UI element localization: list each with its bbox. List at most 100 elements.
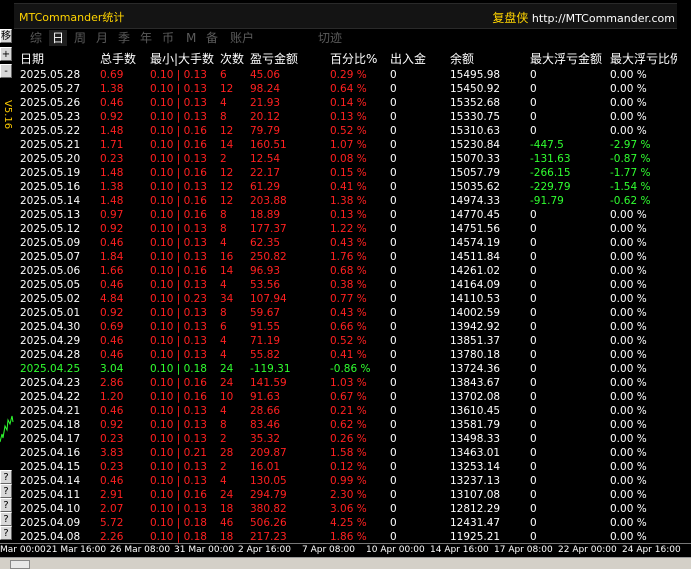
balance-cell: 13253.14 — [450, 461, 501, 473]
lots-cell: 0.97 — [100, 209, 124, 221]
pct-cell: 0.99 % — [330, 475, 367, 487]
lots-cell: 0.92 — [100, 223, 124, 235]
table-row[interactable]: 2025.05.22 1.48 0.10 | 0.16 12 79.79 0.52 % 0 1… — [14, 124, 691, 138]
max-dd-pct-cell: 0.00 % — [610, 279, 647, 291]
brand[interactable]: 复盘侠 http://MTCommander.com — [492, 9, 675, 26]
date-cell: 2025.04.16 — [20, 447, 81, 459]
pct-cell: 0.68 % — [330, 265, 367, 277]
tab-week[interactable]: 周 — [74, 30, 86, 46]
date-cell: 2025.05.07 — [20, 251, 81, 263]
col-lots[interactable]: 总手数 — [100, 51, 136, 68]
table-row[interactable]: 2025.04.29 0.46 0.10 | 0.13 4 71.19 0.52 % 0 13… — [14, 334, 691, 348]
col-date[interactable]: 日期 — [20, 51, 44, 68]
table-row[interactable]: 2025.04.11 2.91 0.10 | 0.16 24 294.79 2.30 % 0… — [14, 488, 691, 502]
table-row[interactable]: 2025.05.05 0.46 0.10 | 0.13 4 53.56 0.38 % 0 14… — [14, 278, 691, 292]
col-flow[interactable]: 出入金 — [390, 51, 426, 68]
max-dd-cell: 0 — [530, 489, 537, 501]
zoom-in-button[interactable]: + — [0, 47, 12, 61]
table-row[interactable]: 2025.05.21 1.71 0.10 | 0.16 14 160.51 1.07 % 0… — [14, 138, 691, 152]
col-pct[interactable]: 百分比% — [330, 51, 377, 68]
pnl-cell: 45.06 — [250, 69, 281, 81]
tab-trace[interactable]: 切迹 — [318, 30, 342, 46]
pct-cell: 0.21 % — [330, 405, 367, 417]
col-count[interactable]: 次数 — [220, 51, 244, 68]
lots-cell: 0.92 — [100, 111, 124, 123]
table-row[interactable]: 2025.04.10 2.07 0.10 | 0.13 18 380.82 3.06 % 0… — [14, 502, 691, 516]
pct-cell: 0.67 % — [330, 391, 367, 403]
table-row[interactable]: 2025.05.27 1.38 0.10 | 0.13 12 98.24 0.64 % 0 1… — [14, 82, 691, 96]
table-row[interactable]: 2025.05.12 0.92 0.10 | 0.13 8 177.37 1.22 % 0 1… — [14, 222, 691, 236]
lots-cell: 5.72 — [100, 517, 124, 529]
flow-cell: 0 — [390, 349, 397, 361]
table-row[interactable]: 2025.05.19 1.48 0.10 | 0.16 12 22.17 0.15 % 0 1… — [14, 166, 691, 180]
col-max-dd[interactable]: 最大浮亏金额 — [530, 51, 602, 68]
help-button-3[interactable]: ? — [0, 498, 12, 512]
date-cell: 2025.05.13 — [20, 209, 81, 221]
table-row[interactable]: 2025.05.06 1.66 0.10 | 0.16 14 96.93 0.68 % 0 1… — [14, 264, 691, 278]
col-pnl[interactable]: 盈亏金额 — [250, 51, 298, 68]
tab-quarter[interactable]: 季 — [118, 30, 130, 46]
tab-overview[interactable]: 综 — [30, 30, 42, 46]
table-row[interactable]: 2025.05.20 0.23 0.10 | 0.13 2 12.54 0.08 % 0 15… — [14, 152, 691, 166]
table-row[interactable]: 2025.05.16 1.38 0.10 | 0.13 12 61.29 0.41 % 0 1… — [14, 180, 691, 194]
max-dd-pct-cell: -0.87 % — [610, 153, 651, 165]
help-button-5[interactable]: ? — [0, 526, 12, 540]
help-button-2[interactable]: ? — [0, 484, 12, 498]
table-row[interactable]: 2025.04.25 3.04 0.10 | 0.18 24 -119.31 -0.86 … — [14, 362, 691, 376]
table-row[interactable]: 2025.04.17 0.23 0.10 | 0.13 2 35.32 0.26 % 0 13… — [14, 432, 691, 446]
table-row[interactable]: 2025.04.21 0.46 0.10 | 0.13 4 28.66 0.21 % 0 13… — [14, 404, 691, 418]
horizontal-scrollbar[interactable] — [0, 557, 691, 569]
time-tick: 22 Apr 00:00 — [558, 545, 617, 555]
col-balance[interactable]: 余额 — [450, 51, 474, 68]
brand-url[interactable]: http://MTCommander.com — [532, 12, 675, 25]
minmax-cell: 0.10 | 0.16 — [150, 195, 207, 207]
minmax-cell: 0.10 | 0.13 — [150, 433, 207, 445]
tab-symbol[interactable]: 币 — [162, 30, 174, 46]
table-row[interactable]: 2025.04.23 2.86 0.10 | 0.16 24 141.59 1.03 % 0… — [14, 376, 691, 390]
max-dd-cell: 0 — [530, 125, 537, 137]
table-row[interactable]: 2025.04.18 0.92 0.10 | 0.13 8 83.46 0.62 % 0 13… — [14, 418, 691, 432]
table-row[interactable]: 2025.04.30 0.69 0.10 | 0.13 6 91.55 0.66 % 0 13… — [14, 320, 691, 334]
pct-cell: 0.15 % — [330, 167, 367, 179]
pct-cell: 0.41 % — [330, 181, 367, 193]
table-row[interactable]: 2025.05.13 0.97 0.10 | 0.16 8 18.89 0.13 % 0 14… — [14, 208, 691, 222]
help-button-1[interactable]: ? — [0, 470, 12, 484]
table-row[interactable]: 2025.04.09 5.72 0.10 | 0.18 46 506.26 4.25 % 0… — [14, 516, 691, 530]
table-row[interactable]: 2025.05.02 4.84 0.10 | 0.23 34 107.94 0.77 % 0… — [14, 292, 691, 306]
move-button[interactable]: 移 — [0, 29, 12, 43]
table-row[interactable]: 2025.04.08 2.26 0.10 | 0.18 18 217.23 1.86 % 0… — [14, 530, 691, 544]
table-row[interactable]: 2025.04.22 1.20 0.10 | 0.16 10 91.63 0.67 % 0 1… — [14, 390, 691, 404]
table-row[interactable]: 2025.04.15 0.23 0.10 | 0.13 2 16.01 0.12 % 0 13… — [14, 460, 691, 474]
zoom-out-button[interactable]: - — [0, 64, 12, 78]
tab-year[interactable]: 年 — [140, 30, 152, 46]
table-row[interactable]: 2025.04.14 0.46 0.10 | 0.13 4 130.05 0.99 % 0 1… — [14, 474, 691, 488]
table-row[interactable]: 2025.05.26 0.46 0.10 | 0.13 4 21.93 0.14 % 0 15… — [14, 96, 691, 110]
title-bar: MTCommander统计 复盘侠 http://MTCommander.com — [14, 3, 691, 29]
pct-cell: 2.30 % — [330, 489, 367, 501]
table-row[interactable]: 2025.04.16 3.83 0.10 | 0.21 28 209.87 1.58 % 0… — [14, 446, 691, 460]
count-cell: 4 — [220, 97, 227, 109]
table-row[interactable]: 2025.05.14 1.48 0.10 | 0.16 12 203.88 1.38 % 0… — [14, 194, 691, 208]
tab-month[interactable]: 月 — [96, 30, 108, 46]
max-dd-pct-cell: 0.00 % — [610, 265, 647, 277]
tab-account[interactable]: 账户 — [230, 30, 254, 46]
table-row[interactable]: 2025.05.23 0.92 0.10 | 0.13 8 20.12 0.13 % 0 15… — [14, 110, 691, 124]
help-button-4[interactable]: ? — [0, 512, 12, 526]
max-dd-pct-cell: 0.00 % — [610, 475, 647, 487]
col-max-dd-pct[interactable]: 最大浮亏比例 — [610, 51, 682, 68]
max-dd-pct-cell: 0.00 % — [610, 447, 647, 459]
date-cell: 2025.05.23 — [20, 111, 81, 123]
tab-day[interactable]: 日 — [49, 30, 68, 46]
table-row[interactable]: 2025.05.28 0.69 0.10 | 0.13 6 45.06 0.29 % 0 15… — [14, 68, 691, 82]
date-cell: 2025.04.23 — [20, 377, 81, 389]
table-row[interactable]: 2025.05.09 0.46 0.10 | 0.13 4 62.35 0.43 % 0 14… — [14, 236, 691, 250]
tab-note[interactable]: 备 — [206, 30, 218, 46]
date-cell: 2025.05.22 — [20, 125, 81, 137]
max-dd-cell: -131.63 — [530, 153, 571, 165]
col-minmax[interactable]: 最小|大手数 — [150, 51, 214, 68]
table-row[interactable]: 2025.04.28 0.46 0.10 | 0.13 4 55.82 0.41 % 0 13… — [14, 348, 691, 362]
tab-magic[interactable]: M — [186, 30, 196, 46]
table-row[interactable]: 2025.05.07 1.84 0.10 | 0.13 16 250.82 1.76 % 0… — [14, 250, 691, 264]
table-row[interactable]: 2025.05.01 0.92 0.10 | 0.13 8 59.67 0.43 % 0 14… — [14, 306, 691, 320]
max-dd-cell: 0 — [530, 69, 537, 81]
